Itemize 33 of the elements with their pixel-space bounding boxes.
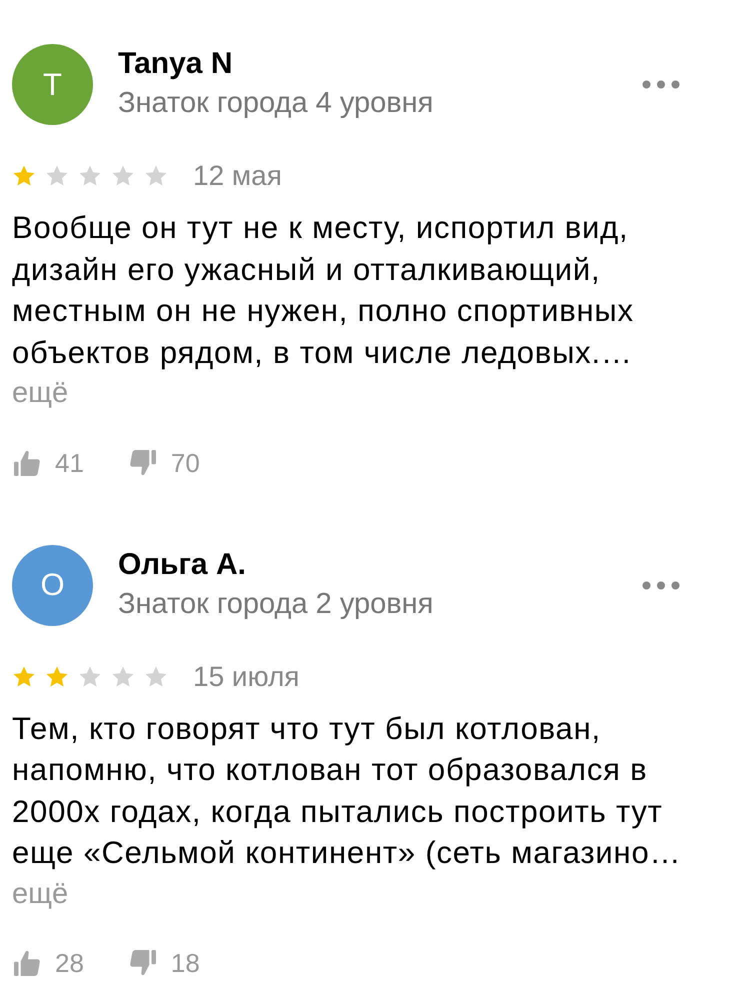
dislike-button[interactable]: 70 (128, 448, 200, 478)
author-status: Знаток города 2 уровня (118, 586, 434, 620)
star-icon (111, 164, 135, 188)
star-icon (12, 164, 36, 188)
more-options-button[interactable] (642, 580, 680, 590)
review-date: 12 мая (193, 161, 282, 191)
thumbs-down-icon (128, 448, 158, 478)
avatar: О (12, 544, 93, 626)
read-more-link[interactable]: ещё (12, 373, 68, 414)
avatar: T (12, 44, 93, 125)
author-status: Знаток города 4 уровня (118, 86, 434, 120)
more-options-button[interactable] (642, 80, 680, 89)
author-name: Tanya N (118, 47, 232, 81)
star-icon (78, 164, 102, 188)
dislike-button[interactable]: 18 (128, 948, 200, 978)
star-icon (144, 164, 168, 188)
thumbs-down-icon (128, 948, 158, 978)
star-icon (144, 664, 168, 688)
star-icon (12, 664, 36, 688)
star-icon (111, 664, 135, 688)
star-icon (45, 164, 69, 188)
thumbs-up-icon (12, 948, 42, 978)
star-icon (45, 664, 69, 688)
like-button[interactable]: 28 (12, 948, 84, 978)
author-name: Ольга А. (118, 548, 246, 582)
review-date: 15 июля (193, 662, 300, 692)
like-button[interactable]: 41 (12, 448, 84, 478)
menu-dots-icon (642, 580, 680, 590)
review-text: Тем, кто говорят что тут был котлован, напомню, что котлован тот образовался в 2000х годах, когда пытались построить тут еще «Сельмой континент» (сеть магазино… (12, 710, 682, 872)
read-more-link[interactable]: ещё (12, 874, 68, 915)
review-text: Вообще он тут не к месту, испортил вид, дизайн его ужасный и отталкивающий, местным он не нужен, полно спортивных объектов рядом, в том числе ледовых.… (12, 209, 634, 372)
star-icon (78, 664, 102, 688)
menu-dots-icon (642, 80, 680, 89)
